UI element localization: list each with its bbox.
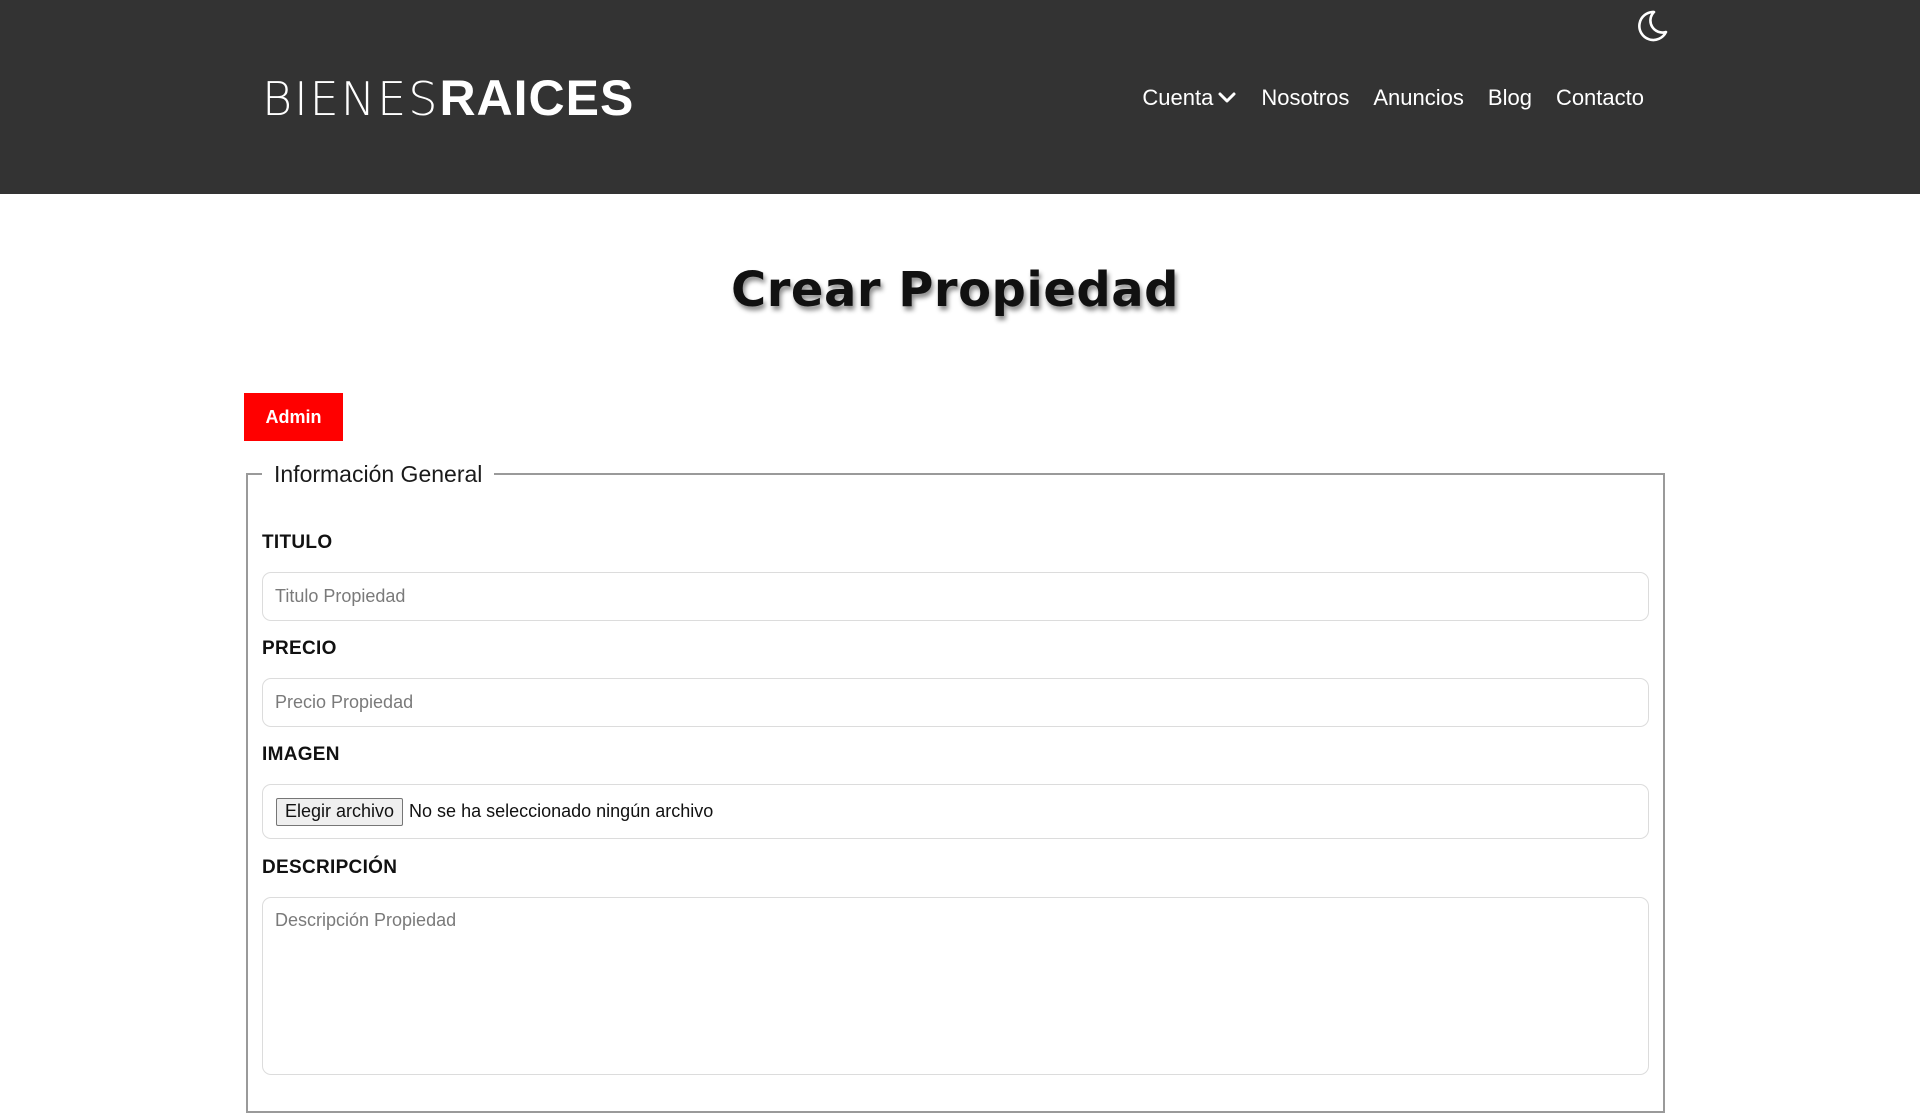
nav-item-anuncios[interactable]: Anuncios (1373, 80, 1464, 116)
choose-file-button[interactable]: Elegir archivo (276, 797, 404, 826)
descripcion-textarea[interactable] (262, 897, 1649, 1075)
fieldset-legend: Información General (262, 457, 495, 491)
nav-item-cuenta[interactable]: Cuenta (1142, 80, 1237, 116)
site-header: BIENESRAICES Cuenta Nosotros Anuncios Bl… (0, 0, 1920, 194)
nav-item-label: Contacto (1555, 85, 1644, 110)
logo-bold-text: RAICES (439, 70, 635, 126)
site-logo[interactable]: BIENESRAICES (262, 68, 634, 128)
imagen-file-input[interactable]: Elegir archivo No se ha seleccionado nin… (262, 784, 1649, 839)
nav-item-blog[interactable]: Blog (1488, 80, 1532, 116)
titulo-input[interactable] (262, 572, 1649, 621)
descripcion-label: DESCRIPCIÓN (262, 857, 398, 878)
precio-label: PRECIO (262, 638, 337, 659)
file-status-text: No se ha seleccionado ningún archivo (409, 801, 714, 821)
nav-item-contacto[interactable]: Contacto (1556, 80, 1644, 116)
logo-light-text: BIENES (262, 72, 440, 126)
nav-item-nosotros[interactable]: Nosotros (1261, 80, 1349, 116)
moon-icon (1632, 6, 1672, 46)
imagen-label: IMAGEN (262, 744, 340, 765)
nav-item-label: Nosotros (1261, 85, 1350, 110)
admin-button[interactable]: Admin (244, 393, 343, 441)
nav-item-label: Anuncios (1373, 85, 1464, 110)
main-navigation: Cuenta Nosotros Anuncios Blog Contacto (1142, 80, 1644, 116)
page-title: Crear Propiedad (730, 262, 1180, 318)
nav-item-label: Blog (1487, 85, 1532, 110)
chevron-down-icon (1217, 88, 1237, 108)
dark-mode-toggle[interactable] (1632, 6, 1672, 46)
titulo-label: TITULO (262, 532, 333, 553)
precio-input[interactable] (262, 678, 1649, 727)
nav-item-label: Cuenta (1142, 85, 1214, 110)
